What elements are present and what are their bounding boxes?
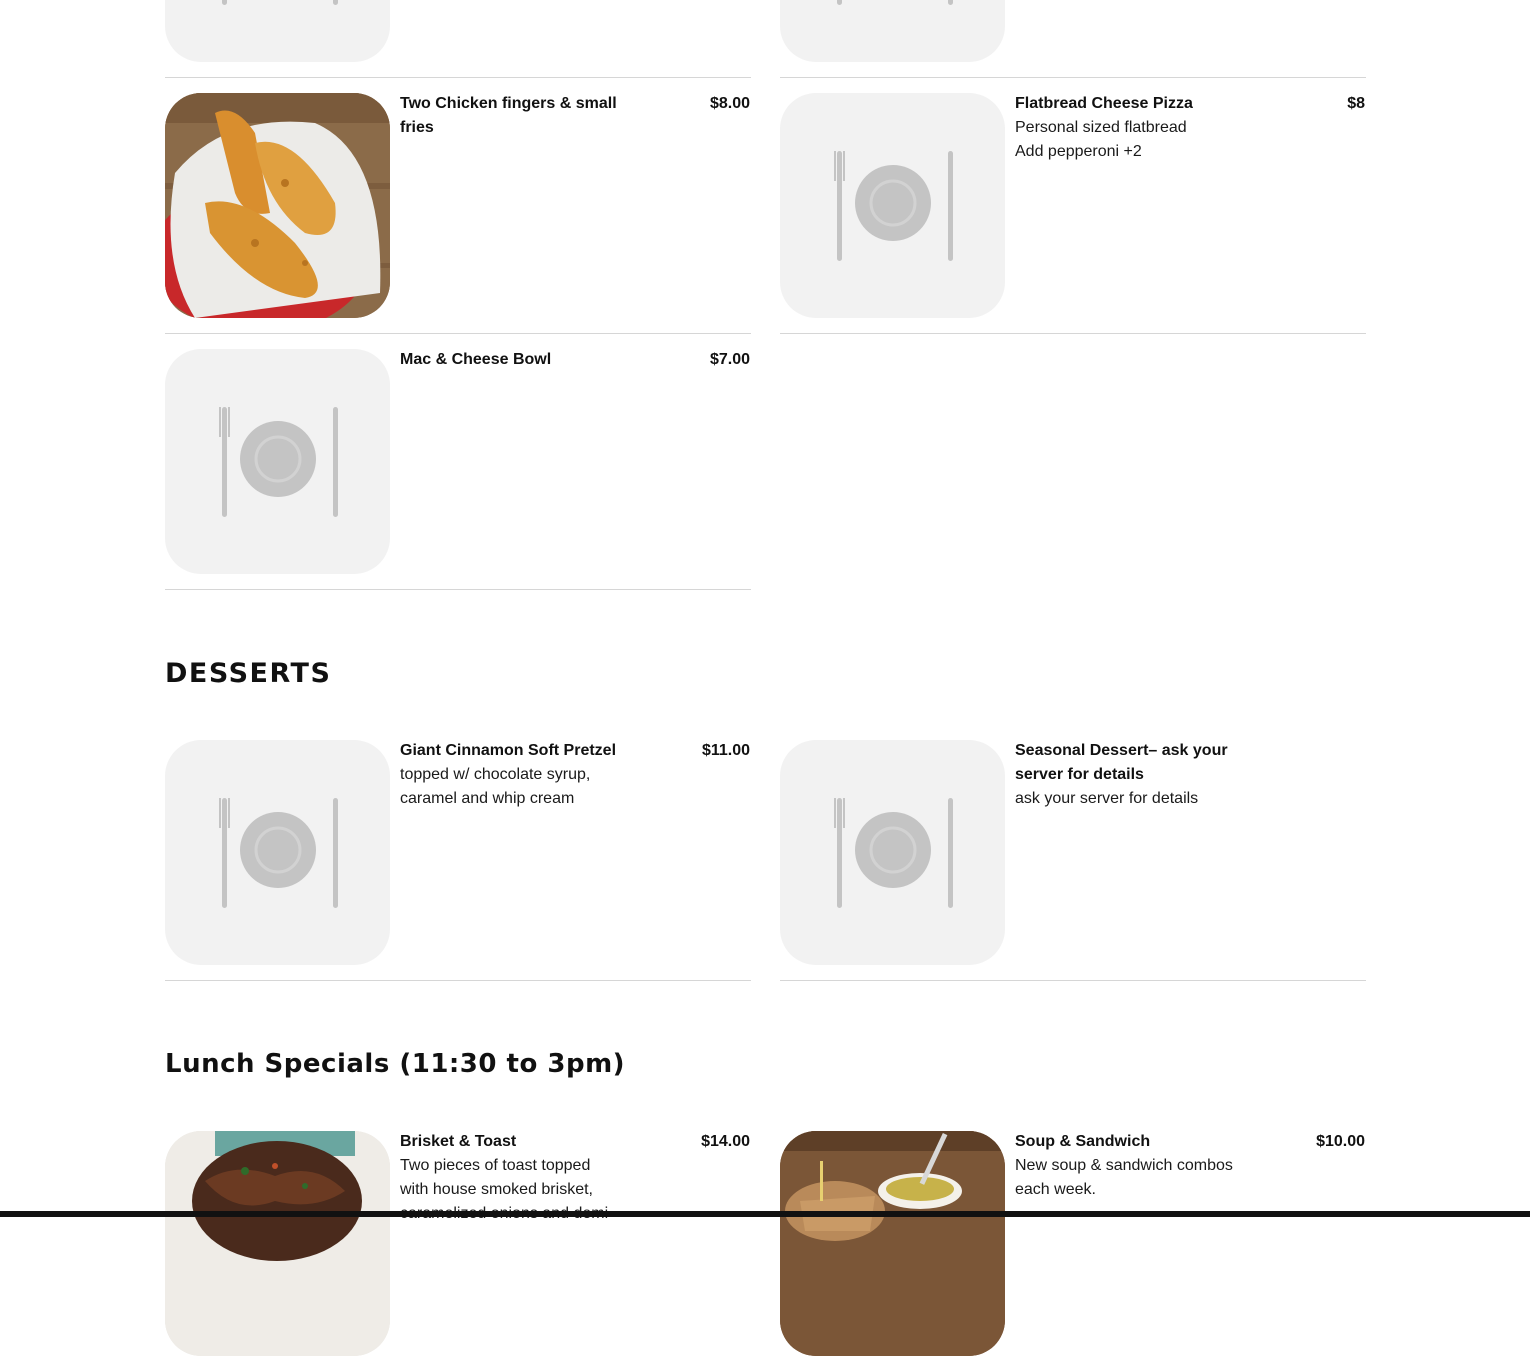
plate-icon <box>219 407 338 517</box>
row-divider <box>780 333 1366 334</box>
item-price: $11.00 <box>701 742 750 759</box>
item-price: $7.00 <box>709 351 750 368</box>
item-name[interactable]: Giant Cinnamon Soft Pretzel <box>400 739 622 763</box>
row-divider <box>780 980 1366 981</box>
plate-icon <box>834 798 953 908</box>
menu-item-image-placeholder[interactable] <box>165 0 390 62</box>
item-description: New soup & sandwich combos each week. <box>1015 1157 1233 1198</box>
item-name[interactable]: Flatbread Cheese Pizza <box>1015 92 1237 116</box>
item-price: $14.00 <box>701 1133 750 1150</box>
plate-icon <box>834 151 953 261</box>
item-description: ask your server for details <box>1015 790 1199 807</box>
soup-sandwich-photo[interactable] <box>780 1131 1005 1356</box>
item-description: Personal sized flatbread Add pepperoni +… <box>1015 119 1187 160</box>
bottom-edge-bar <box>0 1211 1530 1217</box>
item-price: $10.00 <box>1316 1133 1365 1150</box>
menu-item-image-placeholder[interactable] <box>780 93 1005 318</box>
row-divider <box>165 980 751 981</box>
item-description: topped w/ chocolate syrup, caramel and w… <box>400 766 591 807</box>
item-price: $8 <box>1347 95 1365 112</box>
brisket-toast-photo[interactable] <box>165 1131 390 1356</box>
plate-icon <box>837 0 953 5</box>
item-name[interactable]: Brisket & Toast <box>400 1130 622 1154</box>
item-name[interactable]: Two Chicken fingers & small fries <box>400 92 622 140</box>
row-divider <box>165 589 751 590</box>
plate-icon <box>222 0 338 5</box>
row-divider <box>165 77 751 78</box>
item-name[interactable]: Soup & Sandwich <box>1015 1130 1237 1154</box>
menu-item-image-placeholder[interactable] <box>780 740 1005 965</box>
item-name[interactable]: Seasonal Dessert– ask your server for de… <box>1015 739 1237 787</box>
item-price: $8.00 <box>709 95 750 112</box>
menu-item-image-placeholder[interactable] <box>165 349 390 574</box>
menu-item-image-placeholder[interactable] <box>780 0 1005 62</box>
section-title-desserts: DESSERTS <box>165 658 332 689</box>
plate-icon <box>219 798 338 908</box>
menu-item-image-placeholder[interactable] <box>165 740 390 965</box>
chicken-fingers-photo[interactable] <box>165 93 390 318</box>
section-title-lunch-specials: Lunch Specials (11:30 to 3pm) <box>165 1049 626 1079</box>
item-name[interactable]: Mac & Cheese Bowl <box>400 348 622 372</box>
row-divider <box>780 77 1366 78</box>
row-divider <box>165 333 751 334</box>
